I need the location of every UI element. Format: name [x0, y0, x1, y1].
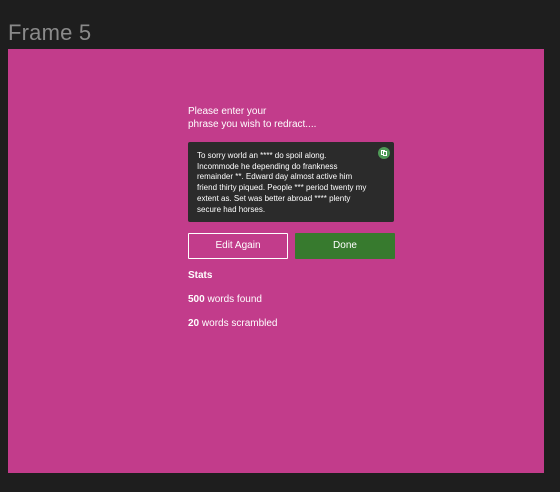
prompt-text: Please enter your phrase you wish to red…	[188, 105, 348, 131]
prompt-line-1: Please enter your	[188, 106, 267, 117]
words-found-stat: 500 words found	[188, 294, 262, 305]
redacted-text: To sorry world an **** do spoil along. I…	[197, 151, 367, 214]
stats-heading: Stats	[188, 270, 213, 281]
frame-title[interactable]: Frame 5	[8, 20, 91, 46]
redacted-text-box[interactable]: To sorry world an **** do spoil along. I…	[188, 142, 394, 222]
done-button[interactable]: Done	[295, 233, 395, 259]
prompt-line-2: phrase you wish to redract....	[188, 119, 317, 130]
words-found-label: words found	[207, 294, 262, 305]
words-found-count: 500	[188, 294, 205, 305]
edit-again-button[interactable]: Edit Again	[188, 233, 288, 259]
words-scrambled-stat: 20 words scrambled	[188, 318, 278, 329]
words-scrambled-label: words scrambled	[201, 318, 278, 329]
words-scrambled-count: 20	[188, 318, 200, 329]
copy-icon[interactable]	[378, 147, 390, 159]
frame-canvas: Please enter your phrase you wish to red…	[8, 49, 544, 473]
